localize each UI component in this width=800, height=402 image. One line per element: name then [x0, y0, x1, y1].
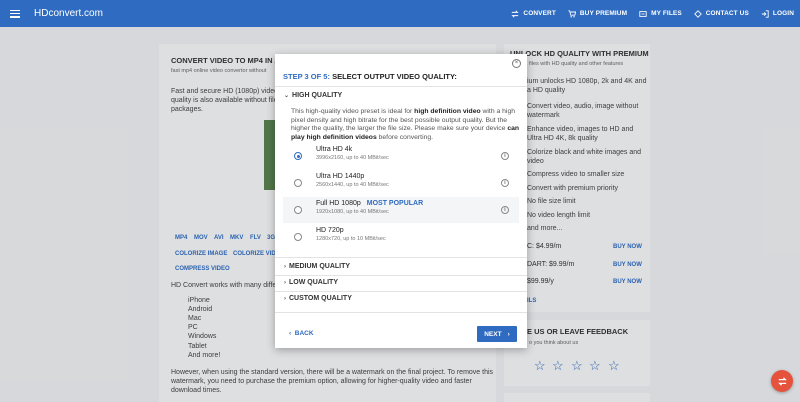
- step-title: SELECT OUTPUT VIDEO QUALITY:: [332, 72, 457, 81]
- chevron-right-icon: ›: [507, 330, 510, 338]
- option-name: HD 720p: [316, 227, 344, 234]
- option-detail: 2560x1440, up to 40 MBit/sec: [316, 182, 389, 188]
- info-icon[interactable]: i: [501, 206, 509, 214]
- chevron-down-icon: ⌄: [284, 93, 290, 99]
- next-button-label: NEXT: [484, 330, 502, 338]
- section-medium-quality[interactable]: › MEDIUM QUALITY: [284, 263, 350, 270]
- quality-option-1440p[interactable]: Ultra HD 1440p 2560x1440, up to 40 MBit/…: [283, 170, 519, 196]
- option-name: Ultra HD 4k: [316, 146, 352, 153]
- divider: [275, 86, 527, 87]
- option-name-text: Full HD 1080p: [316, 200, 361, 207]
- nav-convert[interactable]: CONVERT: [511, 9, 556, 18]
- main-nav: CONVERT BUY PREMIUM MY FILES CONTACT US …: [511, 0, 794, 27]
- cart-icon: [568, 9, 576, 18]
- hamburger-menu-icon[interactable]: [10, 9, 20, 18]
- desc-bold: high definition video: [414, 108, 481, 115]
- back-button-label: BACK: [294, 330, 314, 337]
- high-quality-description: This high-quality video preset is ideal …: [291, 108, 521, 142]
- info-icon[interactable]: i: [501, 179, 509, 187]
- nav-contact-us[interactable]: CONTACT US: [693, 9, 749, 18]
- section-custom-quality-label: CUSTOM QUALITY: [289, 295, 352, 302]
- divider: [275, 291, 527, 292]
- option-name-text: HD 720p: [316, 227, 344, 234]
- contact-icon: [693, 9, 702, 18]
- close-icon[interactable]: ×: [512, 59, 521, 68]
- option-detail: 3996x2160, up to 40 MBit/sec: [316, 155, 389, 161]
- radio-button[interactable]: [294, 179, 302, 187]
- quality-option-1080p[interactable]: Full HD 1080p MOST POPULAR 1920x1080, up …: [283, 197, 519, 223]
- swap-arrows-icon: [777, 376, 787, 386]
- section-high-quality[interactable]: ⌄ HIGH QUALITY: [284, 92, 342, 99]
- nav-login[interactable]: LOGIN: [761, 9, 794, 18]
- next-button[interactable]: NEXT ›: [477, 326, 517, 342]
- option-detail: 1280x720, up to 10 MBit/sec: [316, 236, 386, 242]
- chevron-right-icon: ›: [284, 295, 286, 302]
- option-detail: 1920x1080, up to 40 MBit/sec: [316, 209, 389, 215]
- top-nav-bar: HDconvert.com CONVERT BUY PREMIUM MY FIL…: [0, 0, 800, 27]
- nav-buy-premium[interactable]: BUY PREMIUM: [568, 9, 628, 18]
- most-popular-badge: MOST POPULAR: [366, 200, 424, 207]
- nav-my-files-label: MY FILES: [651, 10, 682, 17]
- back-button[interactable]: ‹ BACK: [289, 330, 314, 337]
- quality-option-4k[interactable]: Ultra HD 4k 3996x2160, up to 40 MBit/sec…: [283, 143, 519, 169]
- nav-contact-us-label: CONTACT US: [705, 10, 749, 17]
- option-name-text: Ultra HD 4k: [316, 146, 353, 153]
- desc-part: This high-quality video preset is ideal …: [291, 108, 415, 115]
- section-low-quality[interactable]: › LOW QUALITY: [284, 279, 338, 286]
- nav-buy-premium-label: BUY PREMIUM: [579, 10, 628, 17]
- section-low-quality-label: LOW QUALITY: [289, 279, 338, 286]
- quality-option-720p[interactable]: HD 720p 1280x720, up to 10 MBit/sec: [283, 224, 519, 250]
- step-heading: STEP 3 OF 5: SELECT OUTPUT VIDEO QUALITY…: [283, 72, 457, 81]
- convert-icon: [511, 9, 519, 18]
- section-medium-quality-label: MEDIUM QUALITY: [289, 263, 351, 270]
- step-indicator: STEP 3 OF 5:: [283, 72, 330, 81]
- logo-area: HDconvert.com: [10, 8, 103, 19]
- divider: [275, 257, 527, 258]
- section-custom-quality[interactable]: › CUSTOM QUALITY: [284, 295, 352, 302]
- divider: [275, 312, 527, 313]
- feedback-fab-button[interactable]: [771, 370, 793, 392]
- radio-button[interactable]: [294, 206, 302, 214]
- files-icon: [639, 10, 647, 17]
- radio-button-selected[interactable]: [294, 152, 302, 160]
- info-icon[interactable]: i: [501, 152, 509, 160]
- nav-login-label: LOGIN: [772, 10, 794, 17]
- site-logo[interactable]: HDconvert.com: [34, 8, 103, 19]
- nav-convert-label: CONVERT: [523, 10, 556, 17]
- quality-modal: × STEP 3 OF 5: SELECT OUTPUT VIDEO QUALI…: [275, 54, 527, 348]
- option-name-text: Ultra HD 1440p: [316, 173, 365, 180]
- option-name: Full HD 1080p MOST POPULAR: [316, 200, 423, 207]
- login-icon: [761, 9, 769, 18]
- option-name: Ultra HD 1440p: [316, 173, 364, 180]
- nav-my-files[interactable]: MY FILES: [639, 10, 682, 18]
- radio-button[interactable]: [294, 233, 302, 241]
- chevron-right-icon: ›: [284, 279, 286, 286]
- divider: [275, 275, 527, 276]
- desc-part: before converting.: [376, 133, 434, 141]
- chevron-right-icon: ›: [284, 263, 286, 270]
- section-high-quality-label: HIGH QUALITY: [292, 92, 343, 99]
